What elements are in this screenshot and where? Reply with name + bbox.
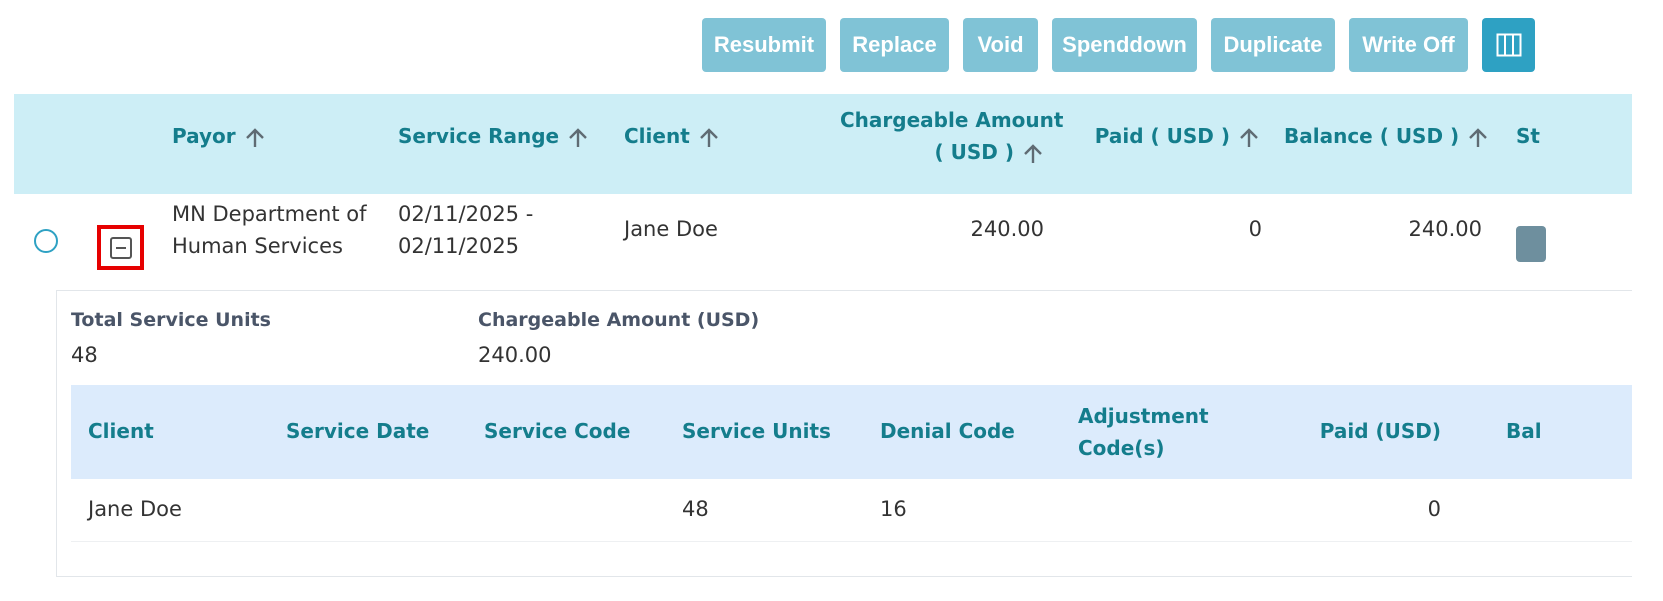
collapse-icon — [109, 236, 132, 259]
columns-icon — [1496, 33, 1521, 57]
col-payor[interactable]: Payor — [172, 120, 266, 152]
sort-up-icon[interactable] — [698, 127, 720, 149]
sub-col-adjustment-line1: Adjustment — [1078, 404, 1209, 428]
spenddown-button[interactable]: Spenddown — [1052, 18, 1197, 72]
col-balance[interactable]: Balance ( USD ) — [1284, 120, 1489, 152]
detail-chargeable-label: Chargeable Amount (USD) — [478, 309, 760, 331]
claims-table: Payor Service Range Client Chargeable Am… — [14, 94, 1632, 601]
detail-table-header: Client Service Date Service Code Service… — [71, 385, 1632, 479]
resubmit-button[interactable]: Resubmit — [702, 18, 826, 72]
row-paid: 0 — [1248, 217, 1262, 241]
sub-row-denial-code: 16 — [880, 497, 907, 521]
row-range-line1: 02/11/2025 - — [398, 202, 534, 226]
columns-button[interactable] — [1482, 18, 1535, 72]
row-service-range: 02/11/2025 - 02/11/2025 — [398, 198, 533, 262]
void-button[interactable]: Void — [963, 18, 1038, 72]
sub-col-balance[interactable]: Bal — [1506, 415, 1542, 447]
row-payor-line1: MN Department of — [172, 202, 367, 226]
row-select-radio[interactable] — [34, 229, 58, 253]
col-balance-label: Balance ( USD ) — [1284, 124, 1460, 148]
row-balance: 240.00 — [1408, 217, 1482, 241]
row-detail-panel: Total Service Units 48 Chargeable Amount… — [56, 290, 1632, 577]
sort-up-icon[interactable] — [244, 127, 266, 149]
sub-row-paid: 0 — [1427, 497, 1441, 521]
sub-row-client: Jane Doe — [88, 497, 182, 521]
sub-col-service-code[interactable]: Service Code — [484, 415, 630, 447]
row-payor-line2: Human Services — [172, 234, 343, 258]
row-chargeable: 240.00 — [970, 217, 1044, 241]
duplicate-button[interactable]: Duplicate — [1211, 18, 1335, 72]
sub-col-service-date[interactable]: Service Date — [286, 415, 429, 447]
replace-button[interactable]: Replace — [840, 18, 949, 72]
total-service-units-value: 48 — [71, 343, 98, 367]
sub-row-divider — [71, 541, 1632, 542]
col-client-label: Client — [624, 124, 690, 148]
col-chargeable-line2: ( USD ) — [934, 140, 1014, 164]
col-paid[interactable]: Paid ( USD ) — [1074, 120, 1260, 152]
col-client[interactable]: Client — [624, 120, 720, 152]
col-chargeable-amount[interactable]: Chargeable Amount ( USD ) — [840, 104, 1064, 168]
sub-col-adjustment-line2: Code(s) — [1078, 436, 1165, 460]
col-service-range[interactable]: Service Range — [398, 120, 589, 152]
sub-row-service-units: 48 — [682, 497, 709, 521]
sort-up-icon[interactable] — [1467, 127, 1489, 149]
col-paid-label: Paid ( USD ) — [1094, 124, 1230, 148]
sort-up-icon[interactable] — [1022, 143, 1044, 165]
detail-chargeable-value: 240.00 — [478, 343, 552, 367]
sub-col-service-units[interactable]: Service Units — [682, 415, 831, 447]
row-client: Jane Doe — [624, 217, 718, 241]
total-service-units-label: Total Service Units — [71, 309, 271, 331]
table-header: Payor Service Range Client Chargeable Am… — [14, 94, 1632, 194]
col-chargeable-line1: Chargeable Amount — [840, 108, 1064, 132]
collapse-row-button[interactable] — [97, 225, 144, 270]
sub-col-denial-code[interactable]: Denial Code — [880, 415, 1015, 447]
sub-col-adjustment-codes[interactable]: Adjustment Code(s) — [1078, 400, 1209, 464]
col-payor-label: Payor — [172, 124, 236, 148]
write-off-button[interactable]: Write Off — [1349, 18, 1468, 72]
col-service-range-label: Service Range — [398, 124, 560, 148]
row-range-line2: 02/11/2025 — [398, 234, 520, 258]
col-status[interactable]: St — [1516, 120, 1540, 152]
sub-col-paid[interactable]: Paid (USD) — [1291, 415, 1441, 447]
sub-col-client[interactable]: Client — [88, 415, 154, 447]
status-badge — [1516, 226, 1546, 262]
sort-up-icon[interactable] — [1238, 127, 1260, 149]
sort-up-icon[interactable] — [567, 127, 589, 149]
row-payor: MN Department of Human Services — [172, 198, 367, 262]
